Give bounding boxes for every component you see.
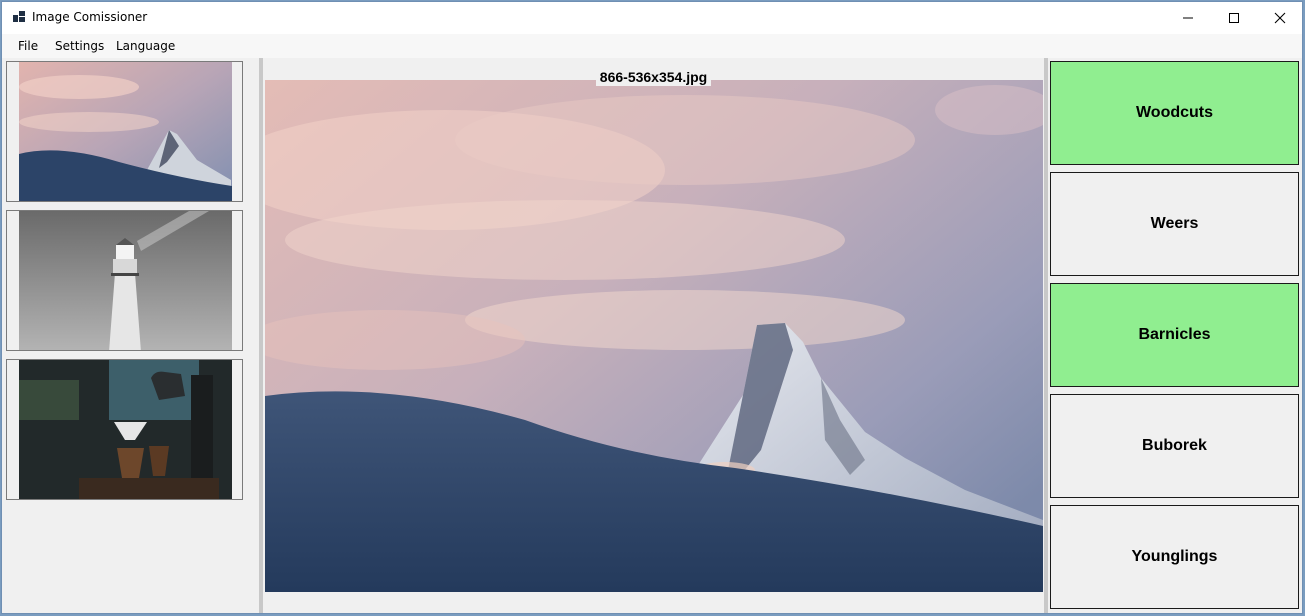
coffee-bar-thumbnail-icon — [19, 360, 232, 499]
thumbnail-panel — [2, 58, 259, 613]
menu-language[interactable]: Language — [116, 39, 175, 53]
menu-settings[interactable]: Settings — [55, 39, 104, 53]
minimize-icon — [1183, 17, 1193, 19]
lighthouse-thumbnail-icon — [19, 211, 232, 350]
app-window: Image Comissioner File Settings Language — [1, 1, 1303, 614]
category-button-weers[interactable]: Weers — [1050, 172, 1299, 276]
thumbnail-item[interactable] — [6, 359, 243, 500]
category-button-barnicles[interactable]: Barnicles — [1050, 283, 1299, 387]
menu-bar: File Settings Language — [2, 34, 1302, 58]
right-splitter[interactable] — [1044, 58, 1048, 613]
maximize-button[interactable] — [1211, 2, 1257, 34]
mountain-sunset-thumbnail-icon — [19, 62, 232, 201]
image-viewer: 866-536x354.jpg — [263, 58, 1044, 613]
minimize-button[interactable] — [1165, 2, 1211, 34]
window-title: Image Comissioner — [32, 10, 148, 24]
category-panel: Woodcuts Weers Barnicles Buborek Youngli… — [1049, 58, 1302, 613]
thumbnail-item[interactable] — [6, 210, 243, 351]
preview-image-icon — [265, 80, 1043, 592]
category-button-younglings[interactable]: Younglings — [1050, 505, 1299, 609]
app-icon — [13, 11, 25, 23]
category-button-buborek[interactable]: Buborek — [1050, 394, 1299, 498]
close-button[interactable] — [1257, 2, 1302, 34]
title-bar[interactable]: Image Comissioner — [2, 2, 1302, 34]
close-icon — [1274, 12, 1286, 24]
category-button-woodcuts[interactable]: Woodcuts — [1050, 61, 1299, 165]
menu-file[interactable]: File — [18, 39, 38, 53]
thumbnail-item[interactable] — [6, 61, 243, 202]
maximize-icon — [1229, 13, 1239, 23]
